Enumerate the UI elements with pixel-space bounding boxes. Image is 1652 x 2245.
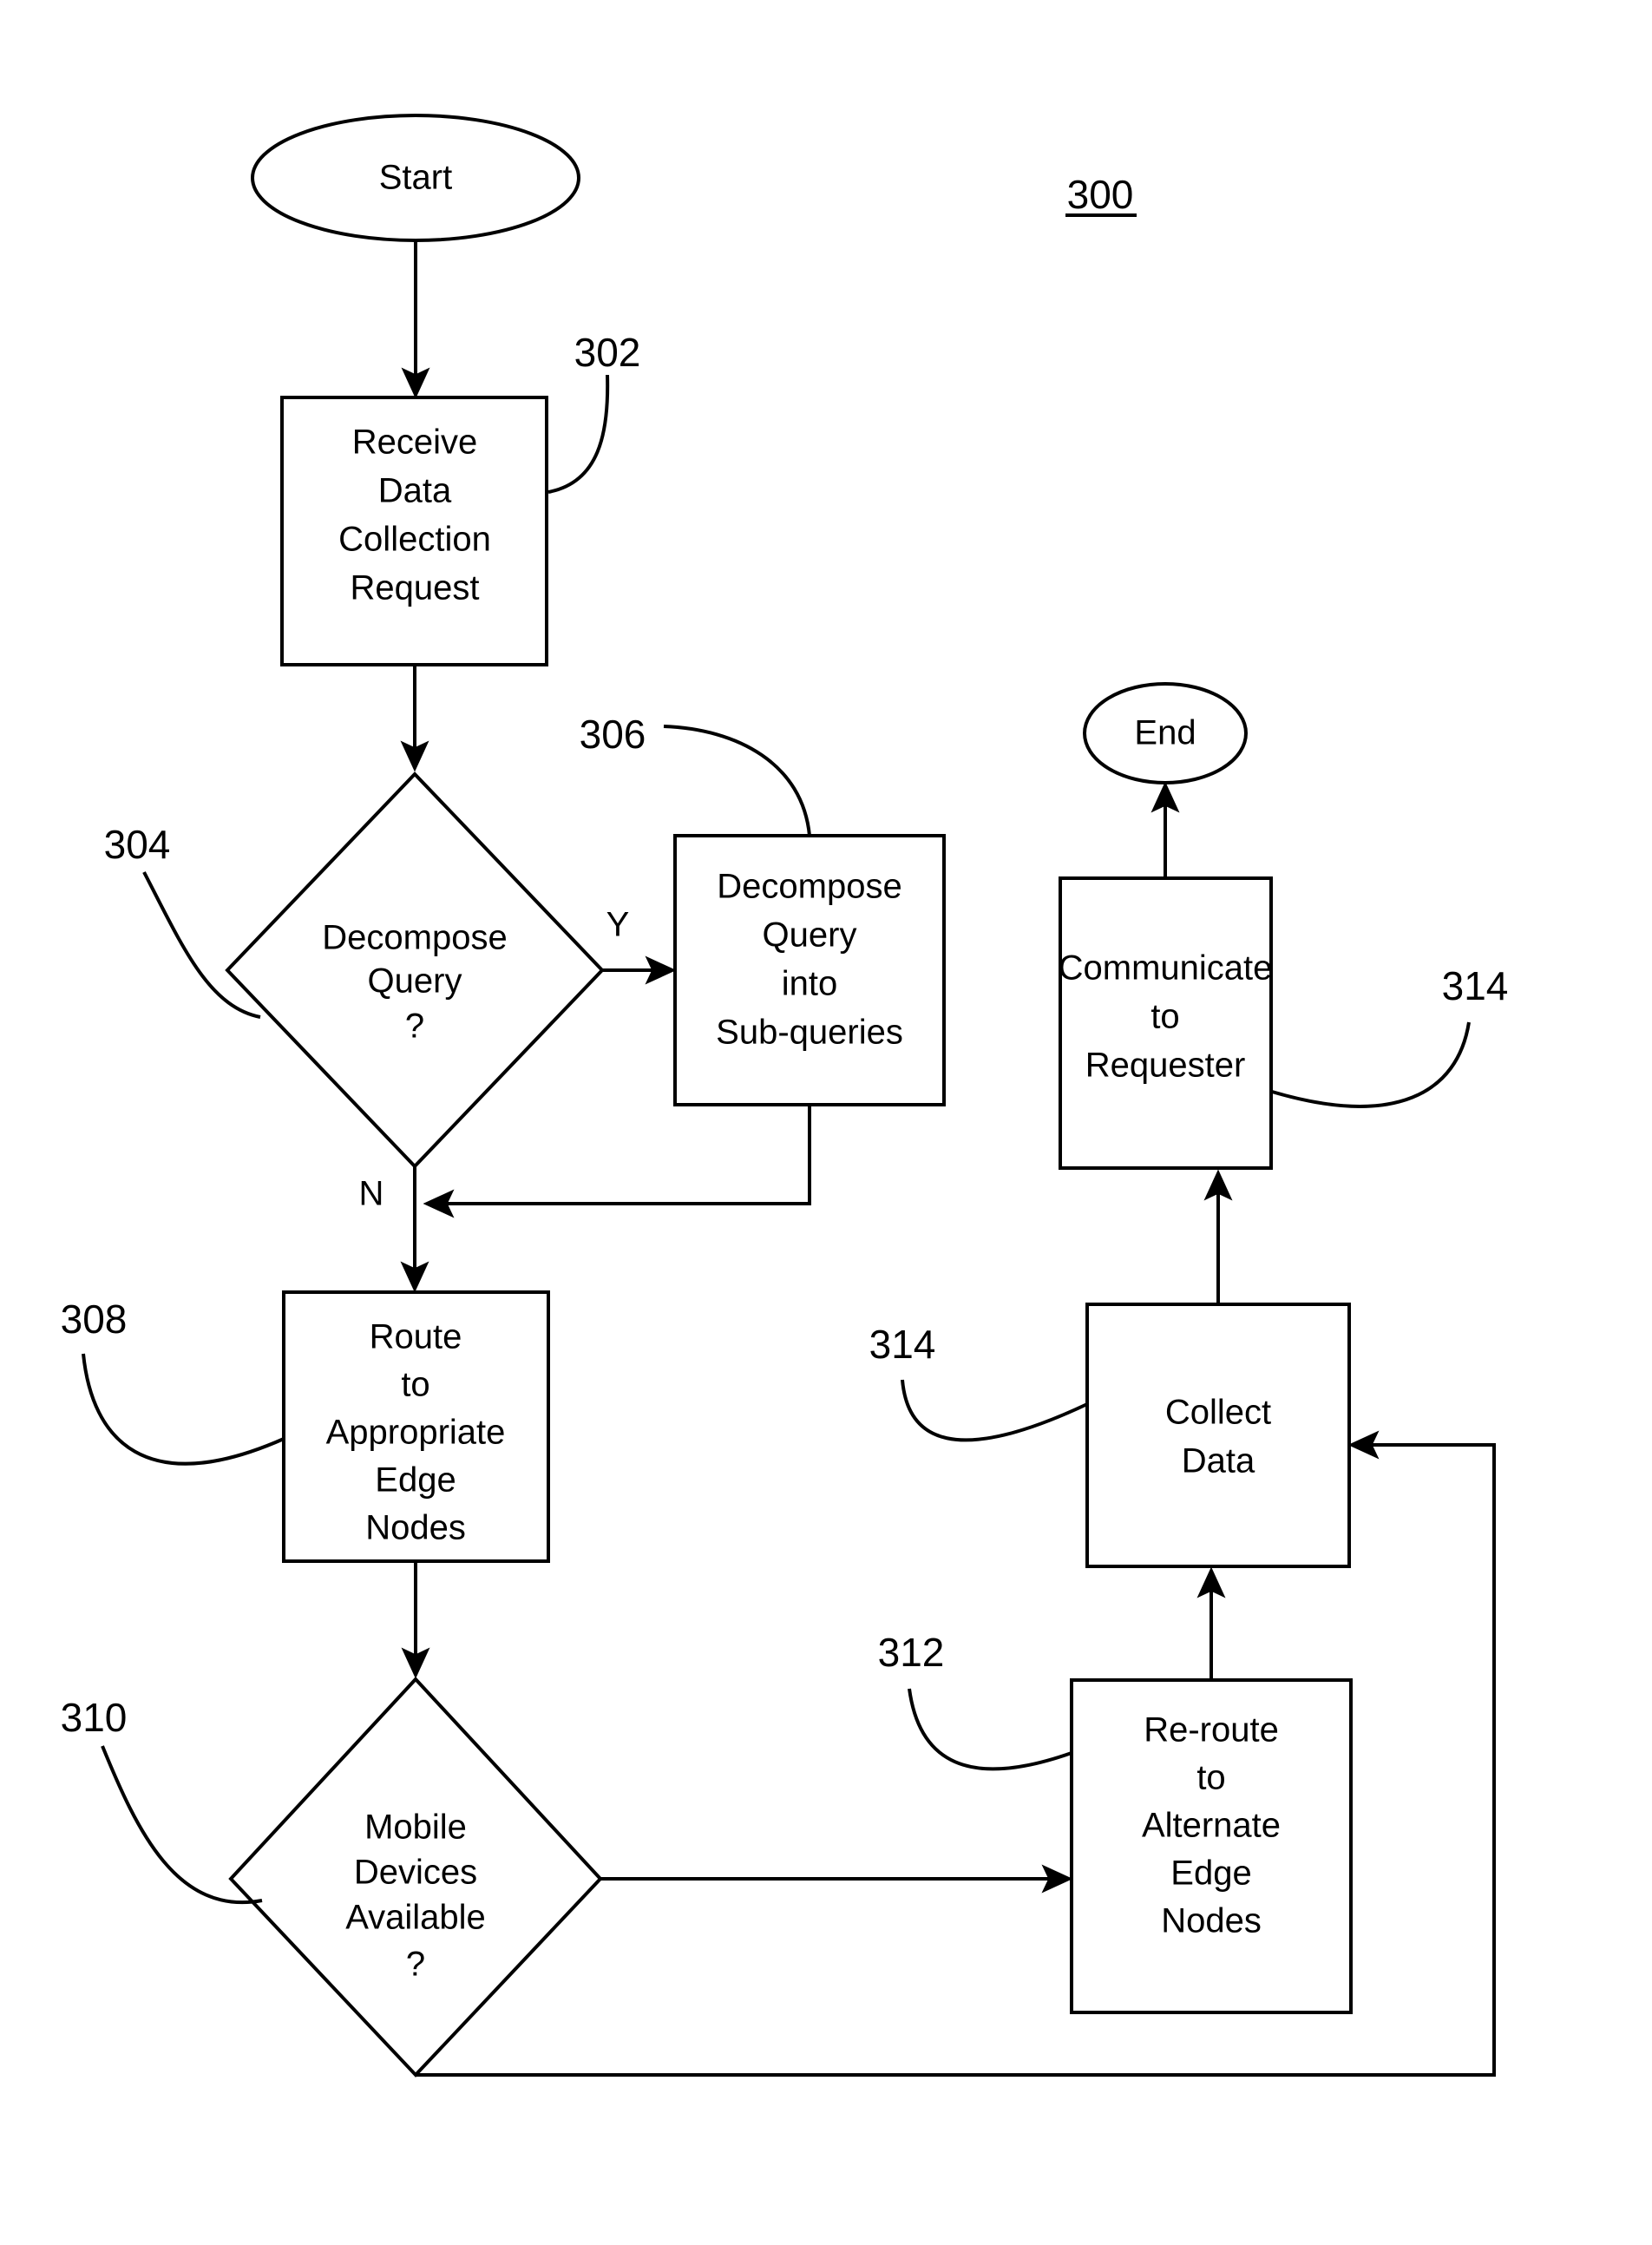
ref-leader-306: 306: [580, 712, 811, 837]
route-line-2: to: [401, 1366, 429, 1404]
node-reroute-to-alternate-edge-nodes[interactable]: Re-route to Alternate Edge Nodes: [1070, 1678, 1353, 2014]
ref-310-text: 310: [61, 1695, 128, 1740]
receive-line-3: Collection: [338, 521, 491, 559]
ref-314-collect-text: 314: [869, 1322, 936, 1367]
start-label: Start: [379, 159, 452, 197]
node-start[interactable]: Start: [251, 114, 580, 242]
ref-302-text: 302: [574, 330, 641, 375]
ref-314-communicate-text: 314: [1442, 963, 1509, 1008]
ref-leader-304: 304: [104, 822, 261, 1019]
node-receive-data-collection-request[interactable]: Receive Data Collection Request: [280, 396, 548, 666]
receive-line-1: Receive: [352, 423, 478, 462]
ref-leader-314-collect: 314: [869, 1322, 1088, 1442]
receive-line-2: Data: [378, 472, 452, 510]
receive-line-4: Request: [351, 569, 480, 607]
figure-number-text: 300: [1067, 172, 1134, 217]
subqueries-line-3: into: [782, 965, 838, 1003]
ref-312-text: 312: [878, 1630, 945, 1675]
collect-box-shape: [1085, 1303, 1351, 1568]
ref-leader-310: 310: [61, 1695, 263, 1904]
decompose-decision-line-3: ?: [405, 1008, 424, 1046]
route-line-3: Appropriate: [326, 1414, 506, 1452]
node-route-to-appropriate-edge-nodes[interactable]: Route to Appropriate Edge Nodes: [282, 1290, 550, 1563]
mobile-decision-line-3: Available: [345, 1899, 486, 1937]
mobile-decision-line-1: Mobile: [364, 1808, 467, 1847]
ref-leader-302: 302: [547, 330, 641, 494]
node-communicate-to-requester[interactable]: Communicate to Requester: [1059, 876, 1273, 1170]
subqueries-line-4: Sub-queries: [716, 1014, 903, 1052]
decompose-decision-line-2: Query: [368, 962, 462, 1001]
mobile-decision-line-2: Devices: [354, 1854, 477, 1892]
collect-line-1: Collect: [1165, 1394, 1271, 1432]
ref-306-text: 306: [580, 712, 646, 757]
branch-label-no: N: [359, 1175, 384, 1213]
ref-314-communicate-leader-line: [1271, 1021, 1471, 1108]
reroute-line-1: Re-route: [1144, 1711, 1279, 1749]
communicate-line-3: Requester: [1085, 1047, 1246, 1085]
communicate-line-1: Communicate: [1059, 949, 1273, 988]
ref-leader-314-communicate: 314: [1271, 963, 1509, 1108]
node-decompose-into-subqueries[interactable]: Decompose Query into Sub-queries: [673, 834, 946, 1106]
ref-leader-312: 312: [878, 1630, 1072, 1771]
ref-304-leader-line: [142, 871, 261, 1019]
node-collect-data[interactable]: Collect Data: [1085, 1303, 1351, 1568]
figure-canvas: 300 Start Receive Data Collection Reques…: [0, 0, 1652, 2245]
flowchart-figure: 300 Start Receive Data Collection Reques…: [61, 114, 1509, 2078]
decompose-decision-line-1: Decompose: [322, 919, 507, 957]
route-line-4: Edge: [375, 1461, 456, 1500]
ref-304-text: 304: [104, 822, 171, 867]
node-end[interactable]: End: [1083, 682, 1248, 784]
ref-leader-308: 308: [61, 1296, 285, 1466]
edge-subqueries-back-to-trunk: [423, 1105, 811, 1218]
ref-312-leader-line: [908, 1688, 1072, 1771]
ref-302-leader-line: [547, 374, 610, 494]
route-line-5: Nodes: [365, 1509, 466, 1547]
node-mobile-devices-available-decision[interactable]: Mobile Devices Available ?: [228, 1677, 603, 2078]
end-label: End: [1134, 714, 1196, 752]
figure-number: 300: [1065, 172, 1137, 217]
route-line-1: Route: [370, 1318, 462, 1356]
branch-label-yes: Y: [606, 906, 630, 944]
reroute-line-4: Edge: [1170, 1854, 1251, 1893]
reroute-line-5: Nodes: [1161, 1902, 1262, 1940]
node-decompose-query-decision[interactable]: Decompose Query ?: [225, 771, 605, 1169]
ref-314-collect-leader-line: [901, 1379, 1088, 1442]
reroute-line-2: to: [1196, 1759, 1225, 1797]
ref-306-leader-line: [663, 725, 811, 837]
reroute-line-3: Alternate: [1142, 1807, 1281, 1845]
subqueries-line-2: Query: [763, 916, 857, 955]
ref-308-leader-line: [82, 1353, 285, 1466]
communicate-line-2: to: [1150, 998, 1179, 1036]
subqueries-line-1: Decompose: [717, 868, 901, 906]
mobile-decision-line-4: ?: [406, 1946, 425, 1984]
collect-line-2: Data: [1182, 1442, 1255, 1480]
ref-308-text: 308: [61, 1296, 128, 1342]
